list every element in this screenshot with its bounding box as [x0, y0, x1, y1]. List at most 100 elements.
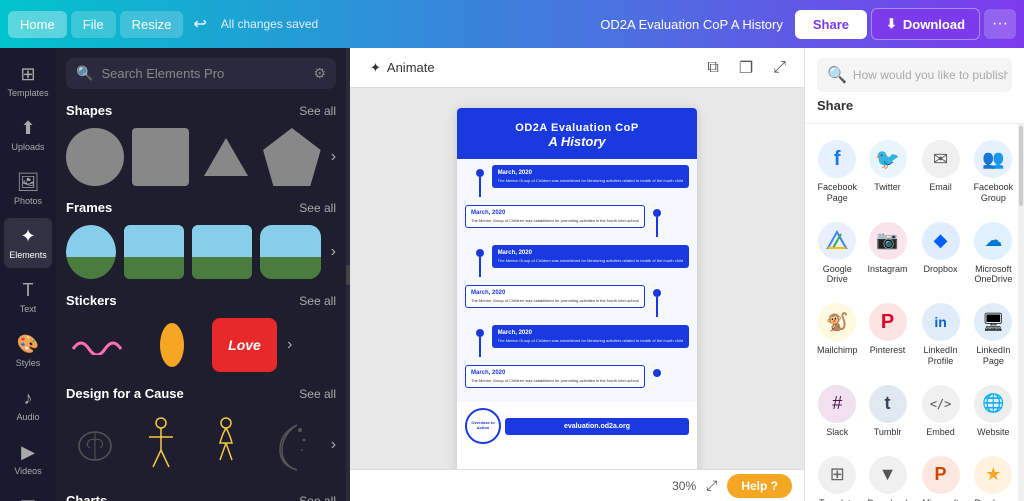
share-google-drive[interactable]: Google Drive — [813, 214, 862, 294]
videos-label: Videos — [14, 466, 41, 476]
photos-icon: 🖼 — [17, 172, 40, 193]
tl-card-date-4: March, 2020 — [471, 290, 639, 296]
frame-landscape-3[interactable] — [260, 225, 320, 279]
sticker-orange[interactable] — [139, 318, 204, 372]
share-linkedin-profile[interactable]: in LinkedIn Profile — [914, 295, 968, 375]
share-onedrive[interactable]: ☁ Microsoft OneDrive — [970, 214, 1018, 294]
sticker-wave[interactable] — [66, 318, 131, 372]
share-template[interactable]: ⊞ Template — [813, 448, 862, 501]
instagram-label: Instagram — [868, 264, 908, 275]
sidebar-item-elements[interactable]: ✦ Elements — [4, 218, 52, 268]
linkedin-page-label: LinkedIn Page — [974, 345, 1014, 367]
duplicate-button[interactable]: ❐ — [733, 54, 759, 82]
templates-label: Templates — [7, 88, 48, 98]
embed-icon: </> — [922, 385, 960, 423]
tl-dot-4 — [653, 289, 661, 297]
canvas-scroll[interactable]: OD2A Evaluation CoP A History — [350, 88, 804, 469]
share-instagram[interactable]: 📷 Instagram — [864, 214, 912, 294]
share-pinterest[interactable]: P Pinterest — [864, 295, 912, 375]
share-embed[interactable]: </> Embed — [914, 377, 968, 446]
google-drive-label: Google Drive — [817, 264, 858, 286]
home-button[interactable]: Home — [8, 11, 67, 38]
sidebar-item-bkground[interactable]: ▦ Bkground — [4, 488, 52, 501]
share-linkedin-page[interactable]: 🖥 LinkedIn Page — [970, 295, 1018, 375]
linkedin-profile-icon: in — [922, 303, 960, 341]
cause-brain[interactable] — [66, 411, 124, 479]
share-search-input[interactable] — [853, 68, 1008, 82]
share-purchase-premium[interactable]: ★ Purchase Premium — [970, 448, 1018, 501]
share-email[interactable]: ✉ Email — [914, 132, 968, 212]
tl-card-text-5: The Mentor Group of Children was establi… — [498, 338, 683, 343]
share-slack[interactable]: # Slack — [813, 377, 862, 446]
shapes-row: › — [66, 128, 336, 186]
tl-card-text-6: The Mentor Group of Children was establi… — [471, 378, 639, 383]
download-button[interactable]: ⬇ Download — [871, 8, 980, 40]
cause-moon[interactable] — [263, 411, 321, 479]
tl-center-4 — [649, 285, 665, 317]
zoom-expand-button[interactable]: ⤢ — [704, 475, 719, 496]
share-button[interactable]: Share — [795, 10, 867, 39]
share-scrollbar-thumb[interactable] — [1019, 126, 1023, 206]
copy-button[interactable]: ⧉ — [701, 55, 724, 81]
shape-square[interactable] — [132, 128, 190, 186]
twitter-icon: 🐦 — [869, 140, 907, 178]
twitter-label: Twitter — [874, 182, 901, 193]
fullscreen-button[interactable]: ⤢ — [767, 55, 792, 81]
cause-see-all[interactable]: See all — [299, 387, 336, 401]
frames-see-all[interactable]: See all — [299, 201, 336, 215]
frame-landscape-2[interactable] — [192, 225, 252, 279]
email-icon: ✉ — [922, 140, 960, 178]
styles-icon: 🎨 — [17, 334, 39, 355]
share-powerpoint[interactable]: P Microsoft PowerPoint — [914, 448, 968, 501]
frames-next-arrow[interactable]: › — [331, 243, 336, 261]
sidebar-item-templates[interactable]: ⊞ Templates — [4, 56, 52, 106]
cause-figure2[interactable] — [197, 411, 255, 479]
stickers-next-arrow[interactable]: › — [287, 336, 292, 354]
cause-figure1[interactable] — [132, 411, 190, 479]
sidebar-item-text[interactable]: T Text — [4, 272, 52, 322]
cause-next-arrow[interactable]: › — [331, 436, 336, 454]
shape-triangle-container[interactable] — [197, 128, 255, 186]
download-video-label: Download Video — [868, 498, 908, 501]
shapes-see-all[interactable]: See all — [299, 104, 336, 118]
share-tumblr[interactable]: t Tumblr — [864, 377, 912, 446]
search-input[interactable] — [101, 66, 305, 81]
resize-button[interactable]: Resize — [120, 11, 184, 38]
shape-pentagon[interactable] — [263, 128, 321, 186]
sticker-love[interactable]: Love — [212, 318, 277, 372]
share-facebook-page[interactable]: f Facebook Page — [813, 132, 862, 212]
sidebar-item-uploads[interactable]: ⬆ Uploads — [4, 110, 52, 160]
charts-see-all[interactable]: See all — [299, 494, 336, 501]
sidebar-item-styles[interactable]: 🎨 Styles — [4, 326, 52, 376]
facebook-group-icon: 👥 — [974, 140, 1012, 178]
undo-button[interactable]: ↩ — [187, 8, 212, 40]
share-mailchimp[interactable]: 🐒 Mailchimp — [813, 295, 862, 375]
charts-section-header: Charts See all — [66, 493, 336, 501]
timeline-row-3: March, 2020 The Mentor Group of Children… — [465, 245, 689, 277]
frame-oval[interactable] — [66, 225, 116, 279]
timeline-row-5: March, 2020 The Mentor Group of Children… — [465, 325, 689, 357]
shapes-next-arrow[interactable]: › — [331, 148, 336, 166]
share-download-video[interactable]: ▼ Download Video — [864, 448, 912, 501]
shape-circle[interactable] — [66, 128, 124, 186]
shapes-section-header: Shapes See all — [66, 103, 336, 118]
sidebar-item-audio[interactable]: ♪ Audio — [4, 380, 52, 430]
share-facebook-group[interactable]: 👥 Facebook Group — [970, 132, 1018, 212]
linkedin-profile-label: LinkedIn Profile — [918, 345, 964, 367]
more-options-button[interactable]: ··· — [984, 9, 1016, 39]
sidebar-item-videos[interactable]: ▶ Videos — [4, 434, 52, 484]
tl-card-date-1: March, 2020 — [498, 170, 683, 176]
stickers-see-all[interactable]: See all — [299, 294, 336, 308]
cause-title: Design for a Cause — [66, 386, 184, 401]
cause-section-header: Design for a Cause See all — [66, 386, 336, 401]
animate-button[interactable]: ✦ Animate — [362, 56, 443, 80]
sidebar-item-photos[interactable]: 🖼 Photos — [4, 164, 52, 214]
design-header: OD2A Evaluation CoP A History — [457, 108, 697, 159]
file-button[interactable]: File — [71, 11, 116, 38]
help-button[interactable]: Help ? — [727, 474, 792, 498]
frame-landscape-1[interactable] — [124, 225, 184, 279]
share-website[interactable]: 🌐 Website — [970, 377, 1018, 446]
share-dropbox[interactable]: ◆ Dropbox — [914, 214, 968, 294]
share-twitter[interactable]: 🐦 Twitter — [864, 132, 912, 212]
filter-icon[interactable]: ⚙ — [313, 65, 326, 82]
